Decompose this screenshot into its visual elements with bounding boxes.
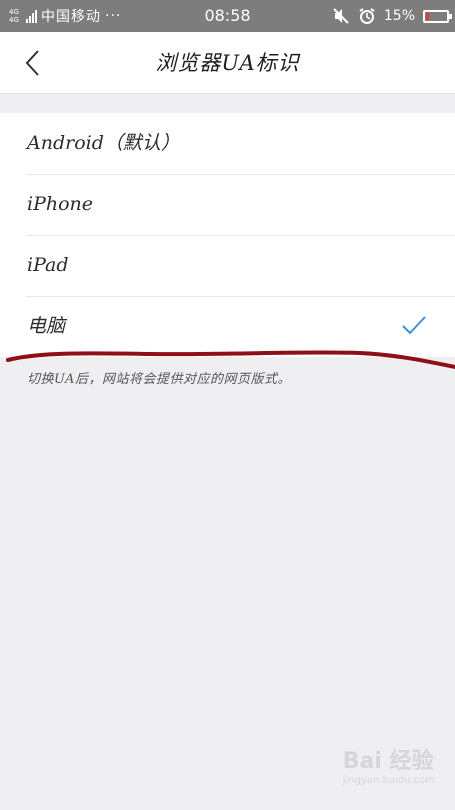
status-right: 15%	[332, 0, 452, 32]
battery-icon	[423, 9, 452, 23]
mute-icon	[333, 8, 349, 24]
baidu-watermark: Bai 经验 jingyan.baidu.com	[343, 743, 435, 786]
option-label: iPad	[27, 254, 69, 276]
watermark-logo: Bai 经验	[342, 749, 434, 774]
option-label: Android（默认）	[27, 132, 180, 154]
ua-option-desktop[interactable]: 电脑	[0, 296, 455, 357]
page-title: 浏览器UA标识	[155, 51, 300, 75]
battery-percent: 15%	[383, 8, 415, 24]
status-bar: 4G 4G 中国移动 ··· 08:58 15%	[0, 0, 455, 32]
ua-option-ipad[interactable]: iPad	[0, 235, 455, 296]
alarm-icon	[359, 8, 375, 24]
ua-option-list: Android（默认） iPhone iPad 电脑	[0, 113, 455, 357]
option-label: iPhone	[27, 193, 94, 215]
battery-level	[426, 12, 430, 20]
watermark-url: jingyan.baidu.com	[342, 775, 435, 786]
ua-option-iphone[interactable]: iPhone	[0, 174, 455, 235]
option-label: 电脑	[27, 315, 66, 337]
checkmark-icon	[402, 316, 426, 335]
ua-option-android[interactable]: Android（默认）	[0, 113, 455, 174]
nav-header: 浏览器UA标识	[0, 32, 455, 94]
hint-text: 切换UA后，网站将会提供对应的网页版式。	[27, 372, 291, 387]
